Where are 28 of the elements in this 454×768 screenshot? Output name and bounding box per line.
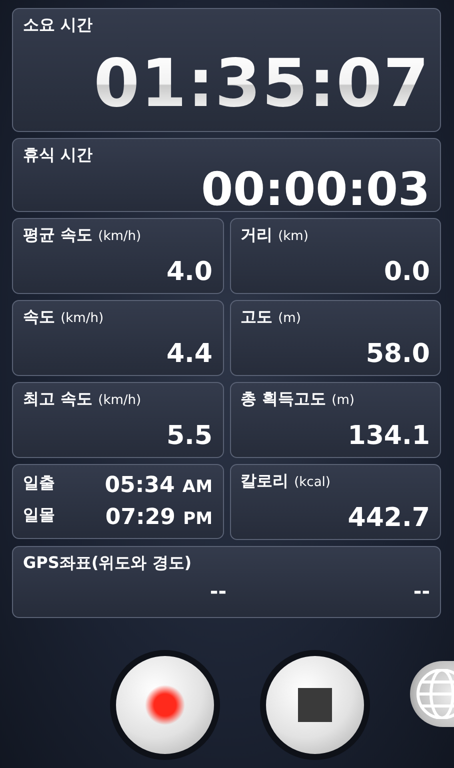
- stat-value: 442.7: [348, 505, 430, 533]
- rest-label: 휴식 시간: [23, 145, 93, 166]
- sun-label: 일몰: [23, 505, 55, 526]
- stat-label: 최고 속도 (km/h): [23, 389, 142, 410]
- record-icon: [145, 685, 185, 725]
- globe-button[interactable]: [410, 661, 454, 727]
- gps-label: GPS좌표(위도와 경도): [23, 553, 192, 574]
- globe-icon: [414, 669, 454, 719]
- stat-value: 0.0: [384, 259, 430, 287]
- stat-label: 고도 (m): [240, 307, 301, 328]
- stat-label: 칼로리 (kcal): [240, 471, 330, 492]
- stat-label: 거리 (km): [240, 225, 308, 246]
- latitude-value: --: [208, 579, 226, 603]
- elapsed-label: 소요 시간: [23, 15, 93, 36]
- stop-icon: [298, 688, 332, 722]
- longitude-value: --: [412, 579, 430, 603]
- stat-value: 134.1: [348, 423, 430, 451]
- sun-time: 05:34 AM: [104, 472, 212, 498]
- stat-value: 5.5: [166, 423, 212, 451]
- sun-time: 07:29 PM: [105, 505, 212, 530]
- stat-label: 총 획득고도 (m): [240, 389, 354, 410]
- sun-label: 일출: [23, 472, 55, 494]
- stat-label: 속도 (km/h): [23, 307, 104, 328]
- stat-value: 58.0: [366, 341, 430, 369]
- stat-label: 평균 속도 (km/h): [23, 225, 142, 246]
- rest-time: 00:00:03: [201, 166, 430, 212]
- stat-value: 4.4: [166, 341, 212, 369]
- stat-value: 4.0: [166, 259, 212, 287]
